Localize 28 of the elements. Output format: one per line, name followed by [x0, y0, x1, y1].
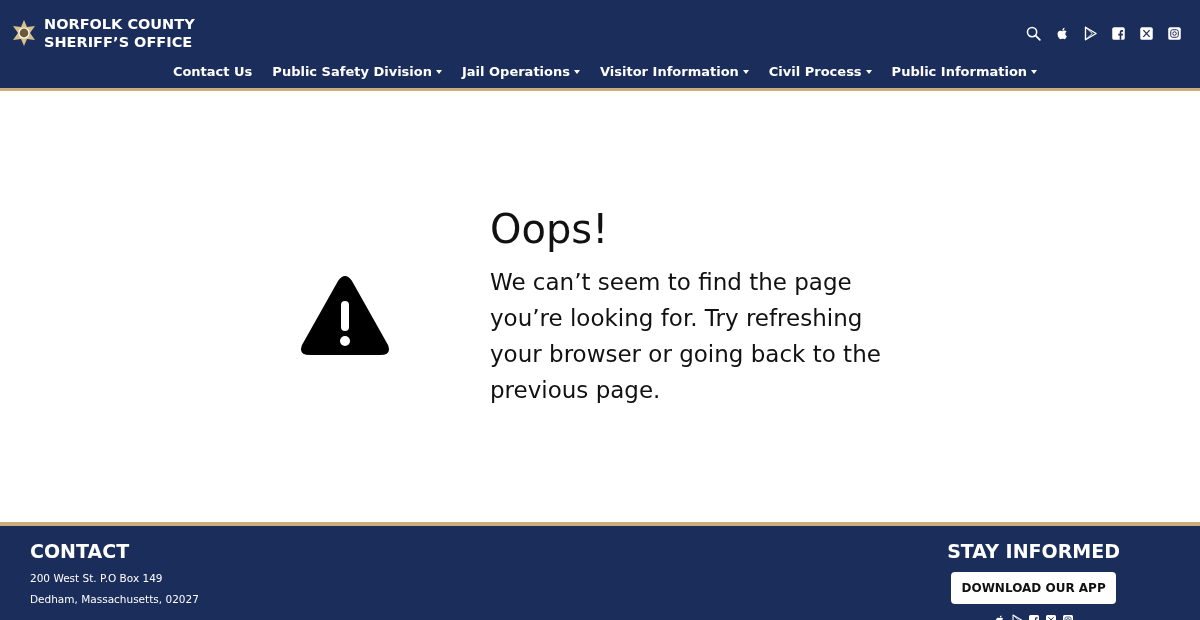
- error-title: Oops!: [490, 205, 610, 252]
- nav-link[interactable]: Public Safety Division: [272, 64, 442, 79]
- nav-link[interactable]: Jail Operations: [462, 64, 580, 79]
- play-icon[interactable]: [1083, 25, 1098, 41]
- search-icon[interactable]: [1025, 24, 1042, 42]
- site-logo[interactable]: NORFOLK COUNTY SHERIFF’S OFFICE: [10, 15, 195, 51]
- contact-heading: CONTACT: [30, 540, 131, 562]
- caret-icon: [742, 69, 749, 74]
- sheriff-star-icon: [10, 19, 38, 47]
- nav-link[interactable]: Contact Us: [172, 64, 253, 79]
- x-logo-icon[interactable]: [1139, 25, 1154, 41]
- caret-icon: [574, 69, 580, 74]
- caret-icon: [865, 69, 872, 74]
- error-message: We can’t seem to find the page you’re looking for. Try refreshing your browser or going back to the previous page.: [490, 267, 882, 405]
- logo-text: NORFOLK COUNTY SHERIFF’S OFFICE: [44, 15, 195, 51]
- address-line: Dedham, Massachusetts, 02027: [30, 593, 199, 605]
- facebook-icon[interactable]: [1111, 25, 1126, 41]
- nav-link[interactable]: Visitor Information: [600, 64, 749, 79]
- caret-icon: [1031, 69, 1038, 74]
- apple-icon[interactable]: [1055, 25, 1070, 41]
- nav-link[interactable]: Civil Process: [768, 64, 872, 79]
- warning-icon: [300, 274, 390, 357]
- download-app-button[interactable]: DOWNLOAD OUR APP: [951, 572, 1116, 604]
- instagram-icon[interactable]: [1167, 25, 1182, 41]
- nav-link[interactable]: Public Information: [891, 64, 1038, 79]
- caret-icon: [436, 69, 442, 74]
- stay-informed-heading: STAY INFORMED: [947, 540, 1120, 562]
- address-line: 200 West St. P.O Box 149: [30, 572, 164, 584]
